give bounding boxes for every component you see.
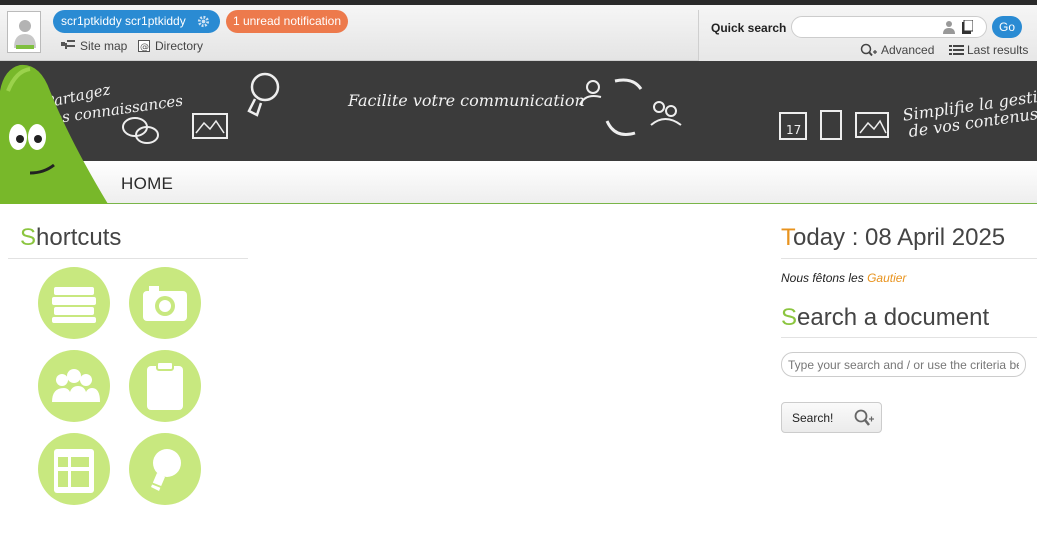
user-name: scr1ptkiddy scr1ptkiddy [61, 14, 186, 28]
quick-search-label: Quick search [711, 21, 787, 35]
shortcut-lightbulb[interactable] [129, 433, 201, 505]
today-title: Today : 08 April 2025 [781, 224, 1005, 252]
doc-search-divider [781, 337, 1037, 338]
list-icon [949, 45, 964, 55]
doc-search-title-rest: earch a document [797, 304, 990, 331]
chat-bubbles-icon [122, 117, 159, 144]
lightbulb-sketch-icon [247, 72, 280, 117]
magnifier-plus-icon [854, 409, 874, 426]
today-divider [781, 258, 1037, 259]
shortcuts-title: Shortcuts [20, 224, 121, 252]
avatar[interactable] [7, 11, 41, 53]
communication-people-icon [579, 78, 682, 136]
magnifier-plus-icon [860, 43, 877, 57]
quick-search-go-button[interactable]: Go [992, 16, 1022, 38]
group-icon [52, 369, 100, 402]
svg-text:17: 17 [786, 123, 801, 137]
document-filter-icon[interactable] [961, 20, 973, 34]
advanced-search-link[interactable]: Advanced [860, 43, 934, 57]
last-results-label: Last results [967, 43, 1029, 57]
books-icon [52, 287, 96, 323]
user-filter-icon[interactable] [942, 20, 956, 34]
lightbulb-icon [150, 449, 181, 491]
today-title-initial: T [781, 224, 793, 251]
advanced-search-label: Advanced [881, 43, 935, 57]
site-map-label: Site map [80, 39, 128, 53]
header-banner: Partagez vos connaissances Facilite votr… [0, 61, 1037, 161]
doc-search-title-initial: S [781, 304, 798, 331]
shortcut-group[interactable] [38, 350, 110, 422]
doc-search-button-label: Search! [792, 411, 834, 425]
shortcuts-divider [8, 258, 248, 259]
shortcut-clipboard[interactable] [129, 350, 201, 422]
shortcuts-title-rest: hortcuts [36, 224, 122, 251]
directory-icon: @ [138, 40, 150, 52]
quick-search-panel: Quick search Go Advanced Last results [698, 10, 1037, 66]
today-title-rest: oday : 08 April 2025 [793, 224, 1006, 251]
site-map-icon [61, 40, 75, 49]
camera-icon [143, 286, 187, 321]
quick-search-icons [942, 20, 973, 34]
last-results-link[interactable]: Last results [949, 43, 1028, 57]
top-bar: scr1ptkiddy scr1ptkiddy 1 unread notific… [0, 5, 1037, 66]
svg-text:@: @ [140, 43, 149, 53]
banner-text-communication: Facilite votre communication [348, 91, 585, 110]
mascot-logo[interactable] [0, 61, 108, 204]
saint-day-prefix: Nous fêtons les [781, 271, 864, 285]
saint-day-text: Nous fêtons les Gautier [781, 271, 906, 285]
doc-search-title: Search a document [781, 304, 989, 332]
shortcut-books[interactable] [38, 267, 110, 339]
gear-icon[interactable] [197, 15, 210, 28]
shortcut-calendar[interactable] [38, 433, 110, 505]
calendar-icon [54, 449, 94, 493]
notification-label: 1 unread notification [232, 14, 342, 28]
site-map-link[interactable]: Site map [61, 39, 127, 53]
user-menu-button[interactable]: scr1ptkiddy scr1ptkiddy [53, 10, 220, 33]
notification-badge[interactable]: 1 unread notification [226, 10, 348, 33]
directory-label: Directory [155, 39, 204, 53]
clipboard-icon [147, 361, 183, 410]
directory-link[interactable]: @ Directory [138, 39, 203, 53]
shortcuts-title-initial: S [20, 224, 37, 251]
saint-day-name: Gautier [867, 271, 907, 285]
doc-search-input[interactable] [781, 352, 1026, 377]
doc-search-button[interactable]: Search! [781, 402, 882, 433]
main-nav: HOME [0, 161, 1037, 204]
image-frame-icon [192, 113, 228, 139]
content-tools-icon: 17 [779, 110, 889, 140]
shortcut-camera[interactable] [129, 267, 201, 339]
nav-home-link[interactable]: HOME [121, 174, 173, 194]
